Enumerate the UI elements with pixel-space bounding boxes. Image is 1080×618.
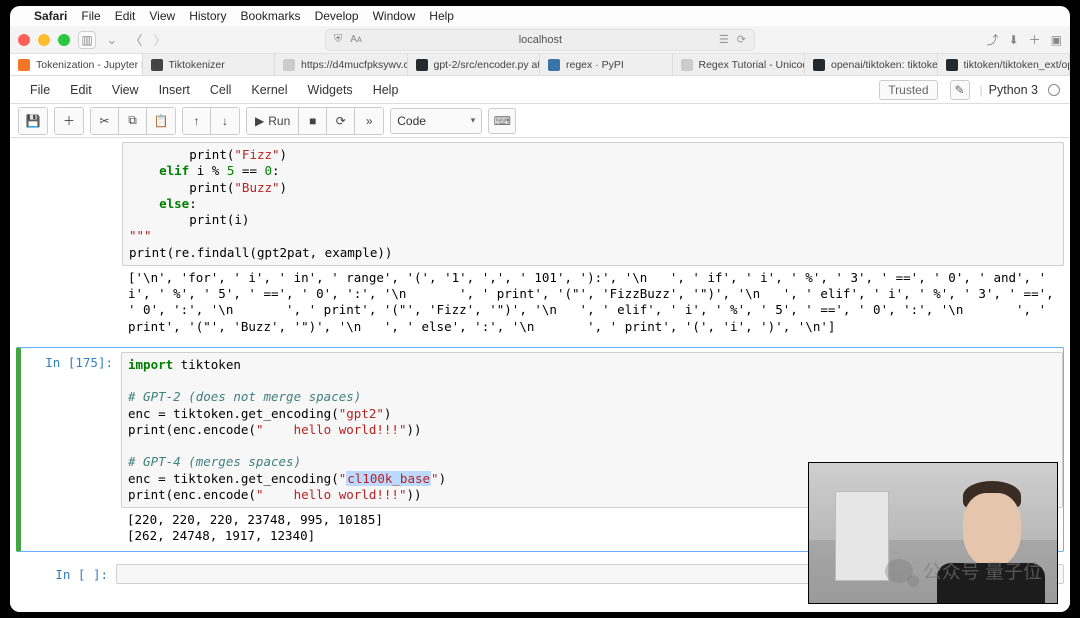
kernel-status-icon <box>1048 84 1060 96</box>
jupyter-menubar: File Edit View Insert Cell Kernel Widget… <box>10 76 1070 104</box>
chevron-down-icon: ▾ <box>471 115 476 126</box>
menubar-app[interactable]: Safari <box>34 9 67 23</box>
tab-overview-button[interactable]: ▣ <box>1051 33 1062 47</box>
code-cell[interactable]: print("Fizz") elif i % 5 == 0: print("Bu… <box>16 142 1064 337</box>
add-cell-button[interactable]: ＋ <box>55 108 83 134</box>
cell-prompt: In [ ]: <box>16 564 116 584</box>
jupyter-menu-item[interactable]: Edit <box>60 79 102 101</box>
watermark: 公众号 量子位 <box>885 557 1042 584</box>
menubar-item[interactable]: Edit <box>115 9 136 23</box>
website-settings-icon: Aᴀ <box>350 34 362 45</box>
favicon-icon <box>18 59 30 71</box>
browser-tab[interactable]: Tiktokenizer <box>143 54 276 75</box>
safari-toolbar: ▥ ⌄ 〈 〉 ⛨ Aᴀ localhost ☰ ⟳ ⤴ ⬇ ＋ ▣ <box>10 26 1070 54</box>
dropdown-icon[interactable]: ⌄ <box>104 32 120 48</box>
jupyter-menu-item[interactable]: View <box>102 79 149 101</box>
move-down-button[interactable]: ↓ <box>211 108 239 134</box>
jupyter-menu-item[interactable]: Widgets <box>298 79 363 101</box>
minimize-window-button[interactable] <box>38 34 50 46</box>
paste-button[interactable]: 📋 <box>147 108 175 134</box>
tab-label: regex · PyPI <box>566 59 624 71</box>
reload-icon[interactable]: ⟳ <box>737 33 746 46</box>
tab-label: Tiktokenizer <box>169 59 225 71</box>
menubar-item[interactable]: Develop <box>315 9 359 23</box>
jupyter-menu-item[interactable]: Help <box>363 79 409 101</box>
favicon-icon <box>946 59 958 71</box>
reader-icon[interactable]: ☰ <box>719 33 729 46</box>
save-button[interactable]: 💾 <box>19 108 47 134</box>
copy-button[interactable]: ⧉ <box>119 108 147 134</box>
browser-tab[interactable]: openai/tiktoken: tiktoken is a fa… <box>805 54 938 75</box>
browser-tab[interactable]: https://d4mucfpksywv.cloudfro… <box>275 54 408 75</box>
tab-strip: Tokenization - Jupyter Notebook Tiktoken… <box>10 54 1070 76</box>
maximize-window-button[interactable] <box>58 34 70 46</box>
tab-label: Tokenization - Jupyter Notebook <box>36 59 143 71</box>
command-palette-button[interactable]: ⌨ <box>488 108 516 134</box>
jupyter-menu-item[interactable]: Kernel <box>241 79 297 101</box>
sidebar-button[interactable]: ▥ <box>78 31 96 49</box>
favicon-icon <box>548 59 560 71</box>
browser-tab[interactable]: tiktoken/tiktoken_ext/openai_p… <box>938 54 1071 75</box>
browser-tab[interactable]: regex · PyPI <box>540 54 673 75</box>
jupyter-menu-item[interactable]: Insert <box>149 79 200 101</box>
favicon-icon <box>681 59 693 71</box>
menubar-item[interactable]: Window <box>373 9 416 23</box>
move-up-button[interactable]: ↑ <box>183 108 211 134</box>
forward-button[interactable]: 〉 <box>152 30 168 49</box>
cell-type-select[interactable]: Code▾ <box>390 108 482 134</box>
tab-label: tiktoken/tiktoken_ext/openai_p… <box>964 59 1071 71</box>
favicon-icon <box>416 59 428 71</box>
back-button[interactable]: 〈 <box>128 30 144 49</box>
menubar-item[interactable]: Bookmarks <box>241 9 301 23</box>
download-icon[interactable]: ⬇ <box>1009 33 1019 47</box>
cut-button[interactable]: ✂ <box>91 108 119 134</box>
window-controls <box>18 34 70 46</box>
new-tab-button[interactable]: ＋ <box>1029 31 1041 48</box>
browser-tab[interactable]: gpt-2/src/encoder.py at master ·… <box>408 54 541 75</box>
edit-icon[interactable]: ✎ <box>950 80 970 100</box>
wechat-icon <box>885 559 913 583</box>
menubar-item[interactable]: Help <box>429 9 454 23</box>
watermark-text: 公众号 量子位 <box>923 557 1042 584</box>
cell-prompt: In [175]: <box>21 352 121 547</box>
favicon-icon <box>283 59 295 71</box>
cell-prompt <box>16 142 116 337</box>
tab-label: openai/tiktoken: tiktoken is a fa… <box>831 59 938 71</box>
cell-output: ['\n', 'for', ' i', ' in', ' range', '('… <box>122 266 1064 337</box>
restart-button[interactable]: ⟳ <box>327 108 355 134</box>
browser-tab[interactable]: Tokenization - Jupyter Notebook <box>10 54 143 75</box>
macos-menubar: Safari File Edit View History Bookmarks … <box>10 6 1070 26</box>
jupyter-menu-item[interactable]: File <box>20 79 60 101</box>
menubar-item[interactable]: History <box>189 9 226 23</box>
interrupt-button[interactable]: ■ <box>299 108 327 134</box>
favicon-icon <box>813 59 825 71</box>
close-window-button[interactable] <box>18 34 30 46</box>
code-input[interactable]: print("Fizz") elif i % 5 == 0: print("Bu… <box>122 142 1064 266</box>
pipe: | <box>980 83 983 97</box>
run-button[interactable]: ▶Run <box>247 108 299 134</box>
menubar-item[interactable]: View <box>149 9 175 23</box>
browser-tab[interactable]: Regex Tutorial - Unicode Chara… <box>673 54 806 75</box>
share-icon[interactable]: ⤴ <box>987 31 999 48</box>
jupyter-menu-item[interactable]: Cell <box>200 79 242 101</box>
tab-label: Regex Tutorial - Unicode Chara… <box>699 59 806 71</box>
tab-label: gpt-2/src/encoder.py at master ·… <box>434 59 541 71</box>
shield-icon: ⛨ <box>334 33 342 46</box>
tab-label: https://d4mucfpksywv.cloudfro… <box>301 59 408 71</box>
favicon-icon <box>151 59 163 71</box>
jupyter-toolbar: 💾 ＋ ✂ ⧉ 📋 ↑ ↓ ▶Run ■ ⟳ » Code▾ ⌨ <box>10 104 1070 138</box>
kernel-name[interactable]: Python 3 <box>989 83 1038 97</box>
trusted-indicator[interactable]: Trusted <box>879 80 937 100</box>
run-all-button[interactable]: » <box>355 108 383 134</box>
url-host: localhost <box>370 34 711 46</box>
menubar-item[interactable]: File <box>81 9 100 23</box>
address-bar[interactable]: ⛨ Aᴀ localhost ☰ ⟳ <box>325 29 755 51</box>
